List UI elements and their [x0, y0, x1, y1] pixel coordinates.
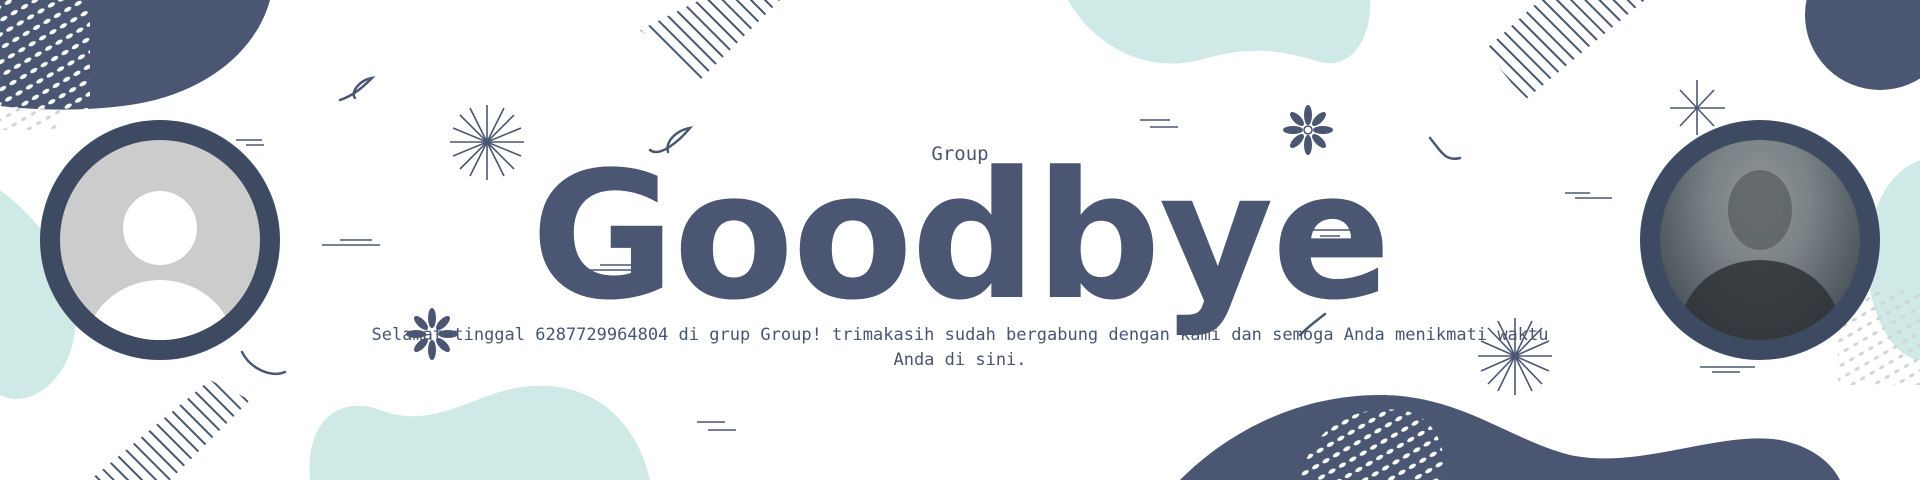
dot-pattern	[0, 0, 90, 110]
stripe-cluster	[90, 380, 250, 480]
mint-blob	[309, 385, 650, 480]
farewell-message: Selamat tinggal 6287729964804 di grup Gr…	[371, 325, 1549, 370]
stripe-cluster	[1485, 0, 1645, 100]
dot-pattern	[0, 108, 60, 130]
goodbye-card: Group Goodbye Selamat tinggal 6287729964…	[0, 0, 1920, 480]
navy-blob	[1180, 395, 1840, 480]
mint-blob	[1068, 0, 1371, 64]
stripe-cluster	[640, 0, 780, 80]
goodbye-title: Goodbye	[530, 134, 1391, 339]
